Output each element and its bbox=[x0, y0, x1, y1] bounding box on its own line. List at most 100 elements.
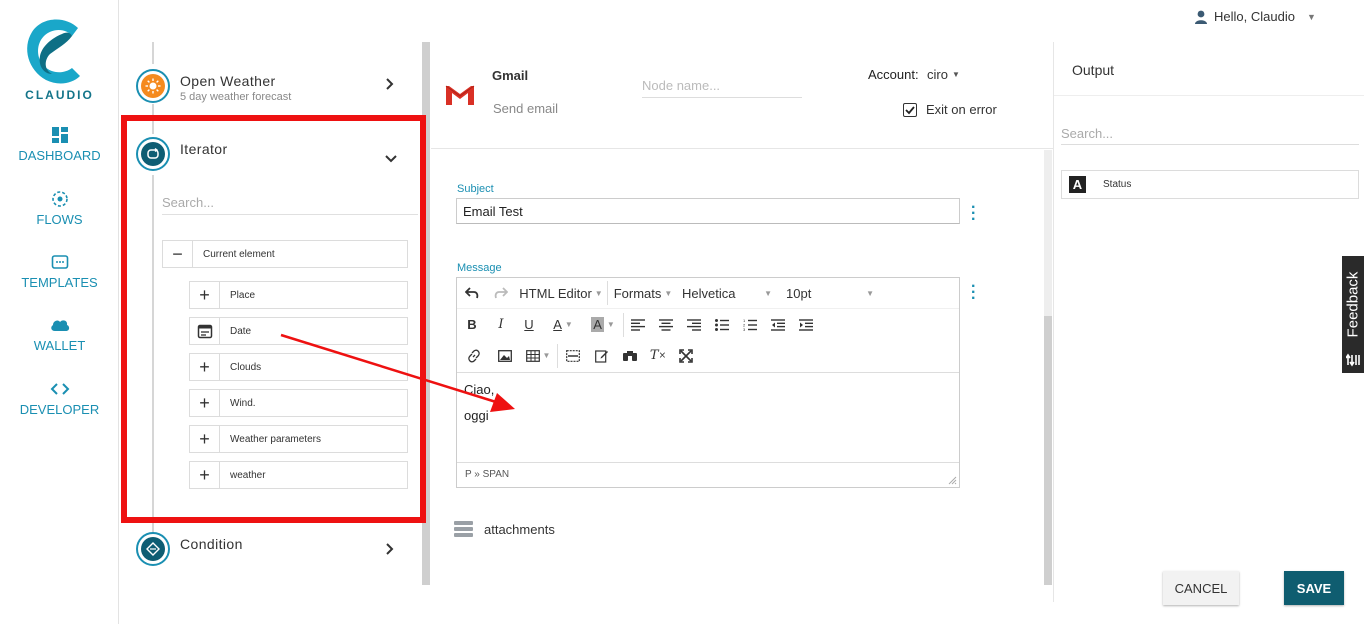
edit-source-icon[interactable] bbox=[588, 344, 616, 368]
background-color-icon[interactable]: A ▼ bbox=[583, 313, 623, 337]
message-line: Ciao, bbox=[464, 382, 495, 397]
expand-icon[interactable]: + bbox=[190, 426, 220, 452]
chevron-down-icon[interactable] bbox=[385, 150, 397, 166]
tree-row-wind[interactable]: + Wind. bbox=[189, 389, 408, 417]
output-search-input[interactable]: Search... bbox=[1061, 126, 1359, 145]
expand-icon[interactable]: + bbox=[190, 282, 220, 308]
table-icon[interactable]: ▼ bbox=[519, 344, 557, 368]
exit-on-error-label: Exit on error bbox=[926, 102, 997, 117]
scroll-thumb[interactable] bbox=[1044, 316, 1052, 585]
open-weather-title[interactable]: Open Weather bbox=[180, 73, 276, 89]
formats-menu[interactable]: Formats ▼ bbox=[608, 281, 678, 305]
element-path[interactable]: P » SPAN bbox=[465, 469, 509, 480]
bold-icon[interactable]: B bbox=[457, 313, 487, 337]
link-icon[interactable] bbox=[457, 344, 491, 368]
tree-row-weather-parameters[interactable]: + Weather parameters bbox=[189, 425, 408, 453]
condition-node-icon[interactable] bbox=[136, 532, 170, 566]
node-name-placeholder: Node name... bbox=[642, 78, 721, 93]
nav-item-dashboard[interactable]: DASHBOARD bbox=[0, 126, 119, 163]
html-editor-label: HTML Editor bbox=[519, 285, 592, 301]
resize-handle-icon[interactable] bbox=[947, 475, 957, 485]
font-size-select[interactable]: 10pt ▼ bbox=[782, 281, 882, 305]
image-icon[interactable] bbox=[491, 344, 519, 368]
tree-row-clouds[interactable]: + Clouds bbox=[189, 353, 408, 381]
tree-label: Current element bbox=[203, 248, 275, 260]
clear-format-icon[interactable]: T × bbox=[644, 344, 672, 368]
tree-row-weather[interactable]: + weather bbox=[189, 461, 408, 489]
font-family-select[interactable]: Helvetica ▼ bbox=[678, 281, 782, 305]
text-color-icon[interactable]: A ▼ bbox=[543, 313, 583, 337]
expand-icon[interactable]: + bbox=[190, 354, 220, 380]
nav-label-developer: DEVELOPER bbox=[19, 402, 100, 417]
html-editor-menu[interactable]: HTML Editor ▼ bbox=[515, 281, 607, 305]
tree-label: Place bbox=[230, 289, 256, 301]
chevron-down-icon: ▼ bbox=[951, 70, 960, 79]
tree-label: weather bbox=[230, 469, 266, 481]
nav-item-flows[interactable]: FLOWS bbox=[0, 190, 119, 227]
chevron-right-icon[interactable] bbox=[386, 542, 394, 558]
tree-row-place[interactable]: + Place bbox=[189, 281, 408, 309]
indent-icon[interactable] bbox=[792, 313, 820, 337]
undo-icon[interactable] bbox=[457, 281, 487, 305]
outdent-icon[interactable] bbox=[764, 313, 792, 337]
nav-item-wallet[interactable]: WALLET bbox=[0, 316, 119, 353]
output-item-label: Status bbox=[1103, 179, 1132, 190]
save-button[interactable]: SAVE bbox=[1284, 571, 1344, 605]
formats-label: Formats bbox=[613, 285, 662, 301]
condition-icon bbox=[146, 542, 160, 556]
flow-connector bbox=[152, 175, 154, 535]
nav-label-dashboard: DASHBOARD bbox=[18, 148, 101, 163]
collapse-icon[interactable]: − bbox=[163, 241, 193, 267]
editor-toolbar-row: B I U A ▼ A ▼ 123 bbox=[457, 309, 959, 340]
message-menu-icon[interactable]: · · · bbox=[971, 279, 976, 307]
align-right-icon[interactable] bbox=[680, 313, 708, 337]
user-greeting: Hello, Claudio bbox=[1214, 9, 1295, 24]
horizontal-rule-icon[interactable] bbox=[558, 344, 588, 368]
fullscreen-icon[interactable] bbox=[672, 344, 700, 368]
numbered-list-icon[interactable]: 123 bbox=[736, 313, 764, 337]
feedback-tab[interactable]: Feedback bbox=[1342, 256, 1364, 373]
expand-icon[interactable]: + bbox=[190, 462, 220, 488]
editor-statusbar: P » SPAN bbox=[457, 462, 959, 487]
iterator-node-icon[interactable] bbox=[136, 137, 170, 171]
find-replace-icon[interactable] bbox=[616, 344, 644, 368]
underline-icon[interactable]: U bbox=[515, 313, 543, 337]
cancel-button[interactable]: CANCEL bbox=[1163, 571, 1239, 605]
nav-item-templates[interactable]: TEMPLATES bbox=[0, 253, 119, 290]
condition-title[interactable]: Condition bbox=[180, 536, 243, 552]
subject-menu-icon[interactable]: · · · bbox=[971, 200, 976, 228]
iterator-search-input[interactable]: Search... bbox=[162, 195, 418, 215]
exit-on-error-checkbox[interactable]: Exit on error bbox=[903, 102, 997, 117]
center-scrollbar[interactable] bbox=[1044, 150, 1052, 585]
font-size-value: 10pt bbox=[786, 285, 812, 301]
chevron-right-icon[interactable] bbox=[386, 77, 394, 93]
tree-label: Clouds bbox=[230, 361, 262, 373]
code-icon bbox=[50, 383, 69, 395]
align-left-icon[interactable] bbox=[624, 313, 652, 337]
account-select[interactable]: ciro ▼ bbox=[927, 67, 960, 82]
tree-row-root[interactable]: − Current element bbox=[162, 240, 408, 268]
expand-icon[interactable]: + bbox=[190, 390, 220, 416]
subject-input[interactable]: Email Test bbox=[456, 198, 960, 224]
redo-icon[interactable] bbox=[487, 281, 515, 305]
user-menu[interactable]: Hello, Claudio ▼ bbox=[1194, 9, 1316, 24]
nav-label-templates: TEMPLATES bbox=[21, 275, 98, 290]
flow-connector bbox=[152, 42, 154, 64]
node-name-input[interactable]: Node name... bbox=[642, 78, 802, 98]
attachments-toggle[interactable]: attachments bbox=[454, 521, 555, 537]
editor-content[interactable]: Ciao, oggi bbox=[457, 372, 959, 462]
nav-item-developer[interactable]: DEVELOPER bbox=[0, 380, 119, 417]
header-divider bbox=[431, 148, 1053, 149]
tree-row-date[interactable]: Date bbox=[189, 317, 408, 345]
iterator-title[interactable]: Iterator bbox=[180, 141, 228, 157]
output-item[interactable]: A Status bbox=[1061, 170, 1359, 199]
checkbox-checked-icon[interactable] bbox=[903, 102, 917, 117]
align-center-icon[interactable] bbox=[652, 313, 680, 337]
brand-name: CLAUDIO bbox=[25, 88, 94, 102]
flow-scrollbar[interactable] bbox=[422, 42, 430, 585]
bullet-list-icon[interactable] bbox=[708, 313, 736, 337]
tree-label: Weather parameters bbox=[230, 433, 321, 445]
italic-icon[interactable]: I bbox=[487, 313, 515, 337]
open-weather-node-icon[interactable] bbox=[136, 69, 170, 103]
flows-icon bbox=[51, 191, 68, 207]
